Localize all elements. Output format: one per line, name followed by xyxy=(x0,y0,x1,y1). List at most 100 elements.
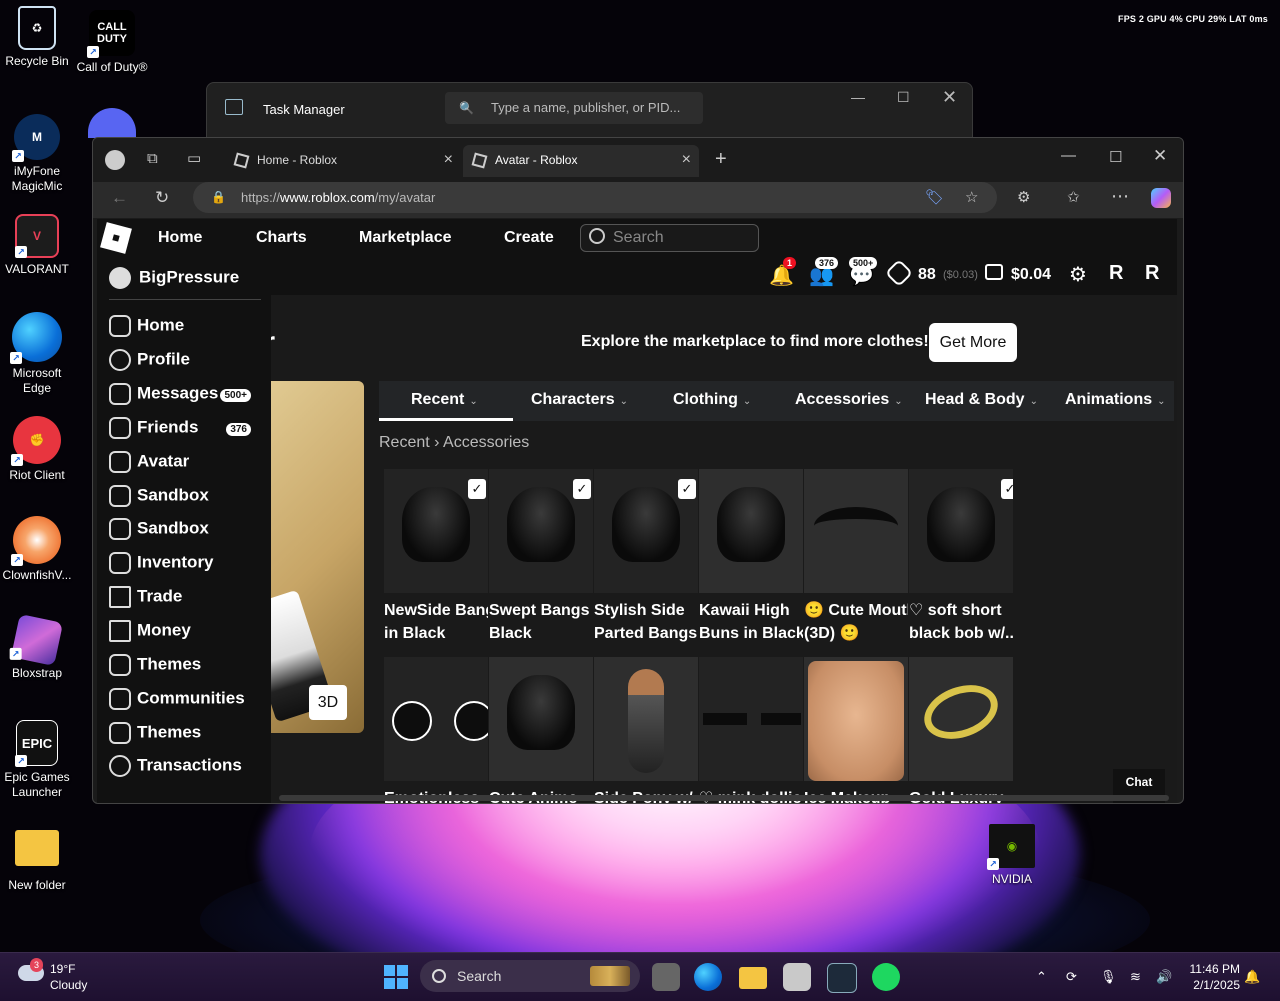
item-tile[interactable] xyxy=(804,657,908,781)
horizontal-scrollbar[interactable] xyxy=(279,795,1169,801)
refresh-icon[interactable]: ↻ xyxy=(155,188,169,208)
sidebar-item-trade[interactable]: Trade xyxy=(109,586,261,616)
new-tab-icon[interactable]: + xyxy=(715,148,727,171)
item-name[interactable]: Swept Bangs inBlack xyxy=(489,599,593,645)
sidebar-item-communities[interactable]: Communities xyxy=(109,688,261,718)
item-tile[interactable] xyxy=(804,469,908,593)
tab-home-roblox[interactable]: Home - Roblox × xyxy=(225,145,461,177)
sync-icon[interactable]: ⟳ xyxy=(1066,969,1077,985)
item-tile[interactable]: ✓ xyxy=(909,469,1013,593)
close-tab-icon[interactable]: × xyxy=(682,151,691,169)
sidebar-item-sandbox-2[interactable]: Sandbox xyxy=(109,518,261,548)
close-button[interactable]: ✕ xyxy=(942,87,957,108)
nav-marketplace[interactable]: Marketplace xyxy=(359,229,452,247)
item-tile[interactable] xyxy=(699,657,803,781)
item-tile[interactable]: ✓ xyxy=(594,469,698,593)
toggle-3d-button[interactable]: 3D xyxy=(309,685,347,720)
favorite-star-icon[interactable]: ☆ xyxy=(965,182,978,213)
maximize-button[interactable]: ☐ xyxy=(897,89,910,106)
nav-home[interactable]: Home xyxy=(158,229,202,247)
edge-taskbar-icon[interactable] xyxy=(694,963,722,991)
item-name[interactable]: 🙂 Cute Mouth (3D) 🙂 xyxy=(804,599,908,645)
roblox-search-input[interactable]: Search xyxy=(580,224,759,252)
item-tile[interactable]: ✓ xyxy=(489,469,593,593)
sidebar-item-themes[interactable]: Themes xyxy=(109,654,261,684)
desktop-icon-recycle-bin[interactable]: ♻ Recycle Bin xyxy=(0,6,74,69)
desktop-icon-new-folder[interactable]: New folder xyxy=(0,826,74,893)
extensions-icon[interactable]: ⚙ xyxy=(1017,188,1030,206)
item-name[interactable]: Stylish SideParted Bangs... xyxy=(594,599,698,645)
maximize-button[interactable]: ☐ xyxy=(1109,148,1122,166)
settings-gear-icon[interactable]: ⚙ xyxy=(1069,262,1087,287)
sidebar-item-friends[interactable]: Friends 376 xyxy=(109,417,261,447)
equipped-check-icon[interactable]: ✓ xyxy=(1001,479,1013,499)
chevron-up-icon[interactable]: ⌃ xyxy=(1036,969,1047,985)
equipped-check-icon[interactable]: ✓ xyxy=(573,479,591,499)
extension-r-icon[interactable]: R xyxy=(1109,262,1123,285)
item-tile[interactable]: ✓ xyxy=(384,469,488,593)
url-input[interactable]: 🔒 https://www.roblox.com/my/avatar 🏷 ☆ xyxy=(193,182,997,213)
profile-avatar-icon[interactable] xyxy=(105,150,125,170)
tab-accessories[interactable]: Accessories ⌄ xyxy=(795,391,903,409)
more-menu-icon[interactable]: ⋯ xyxy=(1111,186,1129,207)
sidebar-item-avatar[interactable]: Avatar xyxy=(109,451,261,481)
breadcrumb-recent[interactable]: Recent xyxy=(379,434,430,451)
favorites-icon[interactable]: ✩ xyxy=(1067,188,1080,206)
item-tile[interactable] xyxy=(489,657,593,781)
desktop-icon-magicmic[interactable]: M ↗ iMyFone MagicMic xyxy=(0,114,74,194)
desktop-icon-bloxstrap[interactable]: ↗ Bloxstrap xyxy=(0,613,74,681)
desktop-icon-edge[interactable]: ↗ Microsoft Edge xyxy=(0,312,74,396)
system-clock[interactable]: 11:46 PM 2/1/2025 xyxy=(1184,961,1240,993)
minimize-button[interactable]: — xyxy=(1061,147,1076,164)
desktop-icon-riot-client[interactable]: ✊ ↗ Riot Client xyxy=(0,416,74,483)
robux-icon[interactable] xyxy=(884,258,914,288)
item-tile[interactable] xyxy=(384,657,488,781)
task-view-icon[interactable] xyxy=(652,963,680,991)
wallet-icon[interactable] xyxy=(985,264,1003,280)
tab-clothing[interactable]: Clothing ⌄ xyxy=(673,391,751,409)
item-tile[interactable] xyxy=(909,657,1013,781)
nav-create[interactable]: Create xyxy=(504,229,554,247)
desktop-icon-call-of-duty[interactable]: CALL DUTY ↗ Call of Duty® xyxy=(75,10,149,75)
spotify-icon[interactable] xyxy=(872,963,900,991)
back-icon[interactable]: ← xyxy=(111,188,128,208)
equipped-check-icon[interactable]: ✓ xyxy=(678,479,696,499)
workspaces-icon[interactable]: ⧉ xyxy=(147,150,158,167)
coupon-tag-icon[interactable]: 🏷 xyxy=(925,182,944,213)
task-manager-search[interactable]: 🔍 Type a name, publisher, or PID... xyxy=(445,92,703,124)
tab-animations[interactable]: Animations ⌄ xyxy=(1065,391,1166,409)
sidebar-item-home[interactable]: Home xyxy=(109,315,261,345)
close-tab-icon[interactable]: × xyxy=(444,151,453,169)
extension-r2-icon[interactable]: R xyxy=(1145,262,1159,285)
start-button[interactable] xyxy=(384,965,408,989)
sidebar-item-sandbox[interactable]: Sandbox xyxy=(109,485,261,515)
roblox-logo-icon[interactable] xyxy=(100,222,132,254)
sidebar-item-messages[interactable]: Messages 500+ xyxy=(109,383,261,413)
tab-actions-icon[interactable]: ▭ xyxy=(187,149,201,167)
nav-charts[interactable]: Charts xyxy=(256,229,307,247)
microphone-icon[interactable]: 🎙 xyxy=(1100,969,1117,985)
desktop-icon-nvidia[interactable]: ◉ ↗ NVIDIA xyxy=(975,824,1049,887)
item-name[interactable]: ♡ soft short black bob w/... xyxy=(909,599,1013,645)
item-tile[interactable] xyxy=(594,657,698,781)
file-explorer-icon[interactable] xyxy=(739,967,767,989)
tab-head-body[interactable]: Head & Body ⌄ xyxy=(925,391,1038,409)
volume-icon[interactable]: 🔊 xyxy=(1156,969,1172,985)
sidebar-item-profile[interactable]: Profile xyxy=(109,349,261,379)
taskbar-search[interactable]: Search xyxy=(420,960,640,992)
notification-bell-icon[interactable]: 🔔 xyxy=(1244,969,1260,985)
tab-avatar-roblox[interactable]: Avatar - Roblox × xyxy=(463,145,699,177)
sidebar-item-money[interactable]: Money xyxy=(109,620,261,650)
equipped-check-icon[interactable]: ✓ xyxy=(468,479,486,499)
copilot-icon[interactable] xyxy=(1151,188,1171,208)
item-name[interactable]: NewSide Bangsin Black xyxy=(384,599,488,645)
sidebar-item-transactions[interactable]: Transactions xyxy=(109,755,261,785)
sidebar-item-themes-2[interactable]: Themes xyxy=(109,722,261,752)
sidebar-item-inventory[interactable]: Inventory xyxy=(109,552,261,582)
desktop-icon-clownfish[interactable]: ↗ ClownfishV... xyxy=(0,516,74,583)
tab-recent[interactable]: Recent ⌄ xyxy=(411,391,478,409)
desktop-icon-valorant[interactable]: V ↗ VALORANT xyxy=(0,214,74,277)
sidemenu-user[interactable]: BigPressure xyxy=(109,267,239,289)
desktop-icon-epic-games[interactable]: EPIC ↗ Epic Games Launcher xyxy=(0,720,74,800)
minimize-button[interactable]: — xyxy=(851,89,865,105)
